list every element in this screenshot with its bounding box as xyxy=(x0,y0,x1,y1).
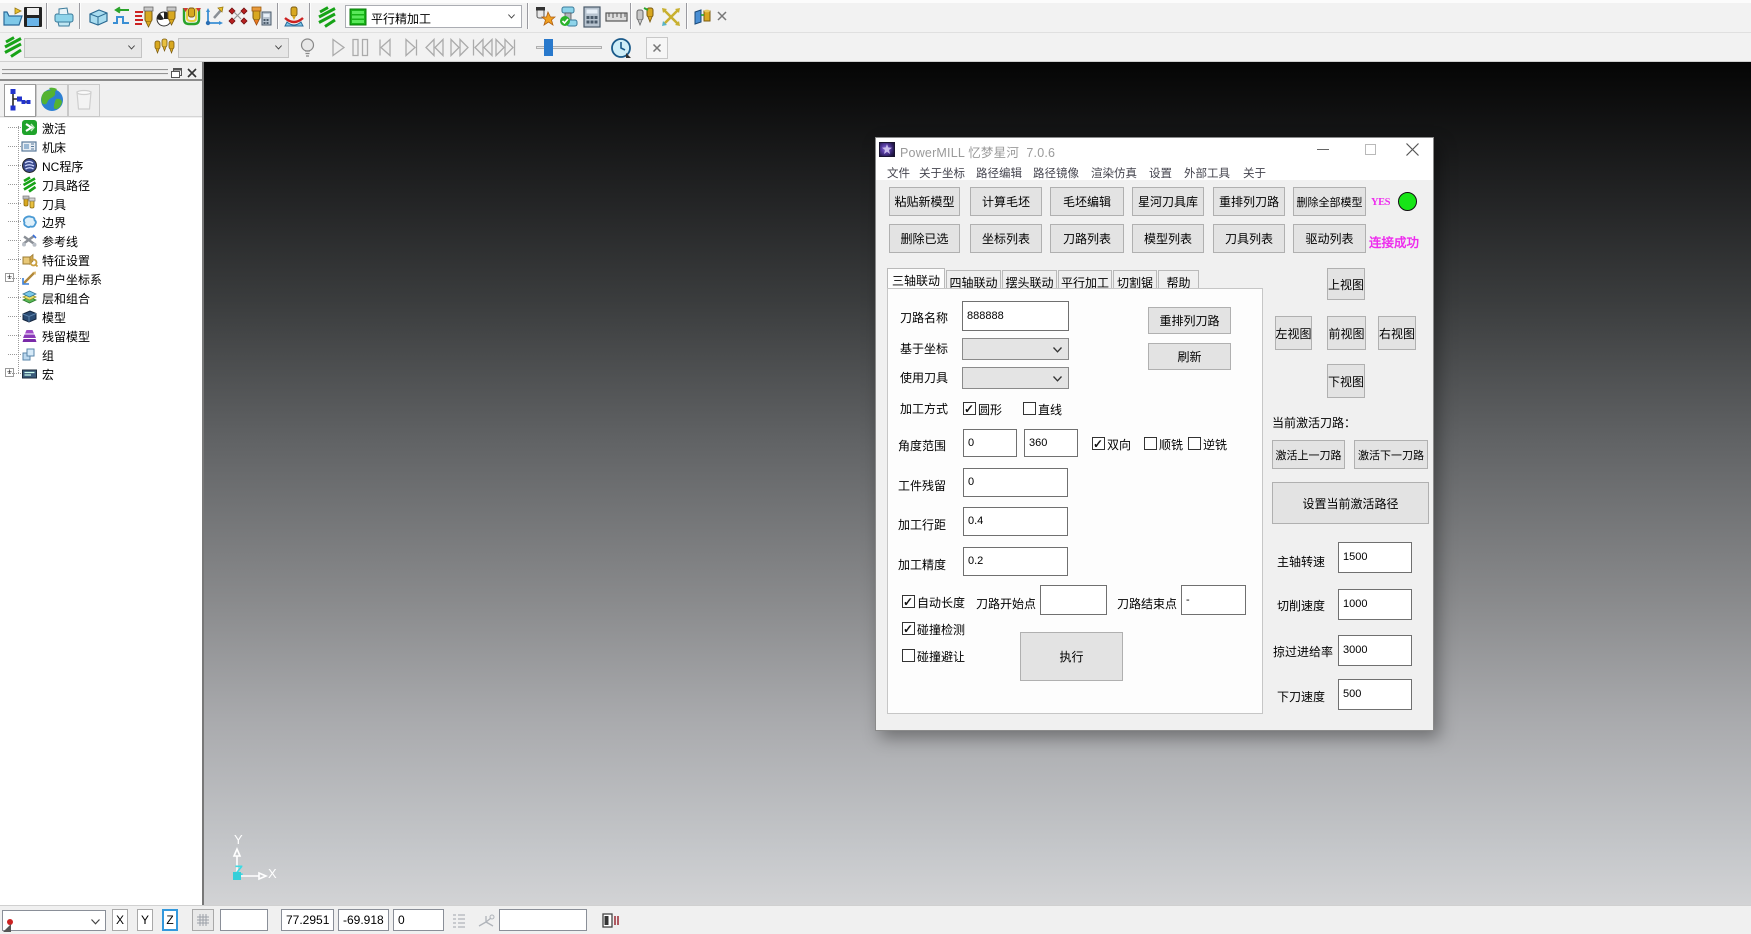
svg-text:X: X xyxy=(268,866,277,881)
svg-text:Y: Y xyxy=(234,832,243,847)
